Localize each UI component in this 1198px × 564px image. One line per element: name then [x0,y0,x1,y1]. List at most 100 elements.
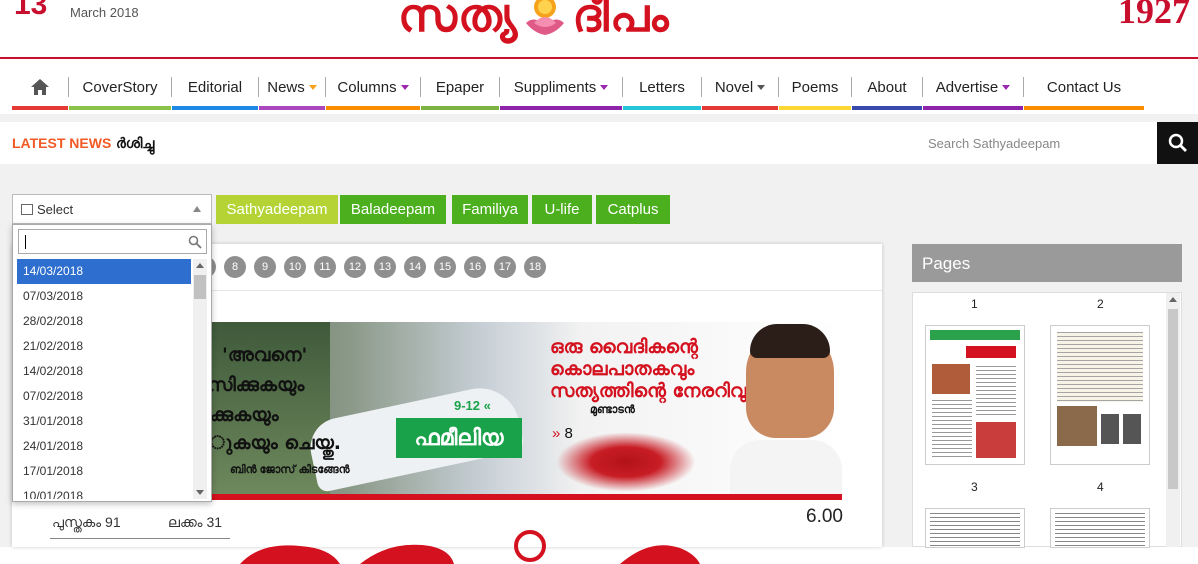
scroll-down-icon[interactable] [196,490,204,495]
page-number-button[interactable]: 17 [494,256,516,278]
tab-catplus[interactable]: Catplus [596,195,670,224]
nav-item-epaper[interactable]: Epaper [421,64,499,110]
nav-item-poems[interactable]: Poems [779,64,851,110]
page-thumb-label-4: 4 [1097,480,1104,494]
dropdown-option[interactable]: 07/02/2018 [17,384,191,409]
chevron-down-icon [600,84,609,90]
nav-item-editorial[interactable]: Editorial [172,64,258,110]
banner-line-4: ുകയും ചെയ്തു. [210,432,342,454]
nav-item-novel[interactable]: Novel [702,64,778,110]
chevron-down-icon [308,84,317,90]
familiya-badge: ഫമീലിയ [396,418,522,458]
page-number-button[interactable]: 11 [314,256,336,278]
masthead-logo-image [240,530,700,564]
dropdown-option[interactable]: 31/01/2018 [17,409,191,434]
nav-item-contact-us[interactable]: Contact Us [1024,64,1144,110]
banner-line-1: 'അവനെ' [222,344,308,366]
issue-date-dropdown: 14/03/2018 07/03/2018 28/02/2018 21/02/2018… [12,224,212,502]
date-month: March 2018 [70,5,139,20]
page-number-button[interactable]: 15 [434,256,456,278]
scroll-thumb[interactable] [1168,309,1178,489]
nav-color-bar [69,106,171,110]
scroll-up-icon[interactable] [1169,297,1177,302]
page-number-button[interactable]: 12 [344,256,366,278]
nav-item-columns[interactable]: Columns [326,64,420,110]
nav-color-bar [326,106,420,110]
page-thumb-label-3: 3 [971,480,978,494]
tab-sathyadeepam[interactable]: Sathyadeepam [216,195,338,224]
scroll-up-icon[interactable] [196,263,204,268]
page-number-button[interactable]: 13 [374,256,396,278]
dropdown-scrollbar[interactable] [193,259,207,499]
dropdown-option[interactable]: 14/02/2018 [17,359,191,384]
nav-color-bar [421,106,499,110]
scroll-thumb[interactable] [194,275,206,299]
page-number-button[interactable]: 8 [224,256,246,278]
page-thumb-label-2: 2 [1097,297,1104,311]
nav-item-coverstory[interactable]: CoverStory [69,64,171,110]
tab-familiya[interactable]: Familiya [452,195,528,224]
nav-label: Suppliments [513,78,597,96]
nav-label: News [267,78,305,96]
page-number-list: 789101112131415161718 [194,256,546,278]
nav-item-suppliments[interactable]: Suppliments [500,64,622,110]
portrait-shirt [730,440,842,500]
search-icon [1168,133,1187,152]
logo-text-left: സത്യ [398,0,519,42]
nav-color-bar [12,106,68,110]
nav-item-news[interactable]: News [259,64,325,110]
nav-label: Epaper [435,78,485,96]
text-cursor [25,235,26,249]
site-logo[interactable]: സത്യ ദീപം [398,0,670,44]
dropdown-option[interactable]: 10/01/2018 [17,484,191,499]
nav-color-bar [172,106,258,110]
nav-label: Advertise [935,78,999,96]
page-number-button[interactable]: 9 [254,256,276,278]
dropdown-option[interactable]: 17/01/2018 [17,459,191,484]
dropdown-search-input[interactable] [18,229,207,254]
page-thumb-label-1: 1 [971,297,978,311]
dropdown-option[interactable]: 14/03/2018 [17,259,191,284]
nav-item-letters[interactable]: Letters [623,64,701,110]
page-thumb-3[interactable] [925,508,1025,548]
issue-price: 6.00 [806,506,843,527]
pages-panel-title: Pages [912,244,1182,282]
nav-color-bar [779,106,851,110]
nav-color-bar [259,106,325,110]
latest-news-ticker[interactable]: ർശിച്ചു [116,135,154,152]
dropdown-option[interactable]: 07/03/2018 [17,284,191,309]
page-thumb-2[interactable] [1050,325,1150,465]
page-thumb-1[interactable] [925,325,1025,465]
nav-item-about[interactable]: About [852,64,922,110]
search-button[interactable] [1157,122,1198,164]
founded-year: 1927 [1118,0,1190,31]
calendar-icon [21,204,33,215]
supplement-banner[interactable]: 'അവനെ' സിക്കുകയും ക്കുകയും ുകയും ചെയ്തു.… [190,322,842,500]
dropdown-option[interactable]: 28/02/2018 [17,309,191,334]
tab-baladeepam[interactable]: Baladeepam [340,195,446,224]
issue-date-select[interactable]: Select [12,194,212,224]
nav-label: Novel [714,78,754,96]
nav-home[interactable] [12,64,68,110]
search-input[interactable]: Search Sathyadeepam [912,122,1158,164]
nav-item-advertise[interactable]: Advertise [923,64,1023,110]
main-nav: CoverStory Editorial News Columns Epaper Supp… [12,64,1168,110]
nav-color-bar [623,106,701,110]
chevron-up-icon [193,206,201,212]
volume-number: പുസ്തകം 91 [52,514,121,530]
dropdown-option[interactable]: 21/02/2018 [17,334,191,359]
page-thumb-4[interactable] [1050,508,1150,548]
page-number-button[interactable]: 18 [524,256,546,278]
tab-u-life[interactable]: U-life [532,195,592,224]
nav-color-bar [852,106,922,110]
page-number-button[interactable]: 14 [404,256,426,278]
dropdown-option[interactable]: 24/01/2018 [17,434,191,459]
latest-news-label: LATEST NEWS [12,135,112,151]
nav-label: Letters [639,78,685,96]
page-ref-2-mark: » [552,425,561,442]
pages-scrollbar[interactable] [1166,293,1180,547]
page-number-button[interactable]: 16 [464,256,486,278]
page-ref-1-mark: « [483,398,491,413]
page-number-button[interactable]: 10 [284,256,306,278]
site-header: 13 March 2018 സത്യ ദീപം 1927 [0,0,1198,58]
